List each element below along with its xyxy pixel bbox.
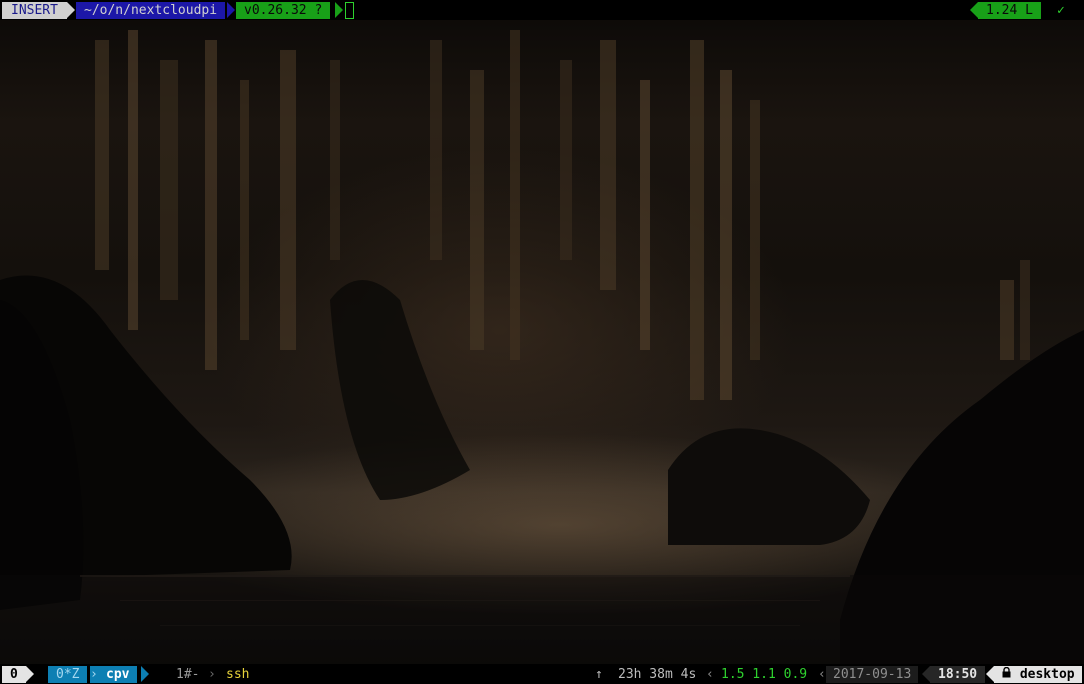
powerline-separator [67,2,75,18]
clock: 18:50 [930,666,986,683]
text-cursor [345,2,354,19]
powerline-separator [970,2,978,18]
vim-statusline: INSERT ~/o/n/nextcloudpi v0.26.32 ? 1.24… [0,0,1084,20]
check-icon: ✓ [1057,3,1065,18]
chevron-left-icon: ‹ [706,667,714,682]
session-name[interactable]: 0 [2,666,26,683]
powerline-separator [40,666,48,682]
window-name[interactable]: ssh [226,666,249,683]
powerline-separator [986,666,994,682]
mode-indicator: INSERT [2,2,67,19]
wallpaper-art [0,30,1084,664]
hostname: desktop [1019,667,1075,682]
window-separator: › [208,667,216,682]
line-info: 1.24 L [978,2,1041,19]
uptime: 23h 38m 4s [618,667,697,682]
date: 2017-09-13 [826,666,919,683]
chevron-left-icon: ‹ [818,667,826,682]
window-name-active[interactable]: cpv [98,666,138,683]
file-path: ~/o/n/nextcloudpi [76,2,226,19]
tmux-statusbar: 0 0*Z › cpv 1#- › ssh ↑ 23h 38m 4s ‹ 1.5… [0,664,1084,684]
uptime-arrow-icon: ↑ [595,667,603,682]
load-average: 1.5 1.1 0.9 [721,667,808,682]
powerline-separator [335,2,343,18]
lock-icon [1002,666,1012,683]
hostname-segment: desktop [994,666,1082,683]
powerline-separator [26,666,34,682]
powerline-separator [227,2,235,18]
window-index[interactable]: 1#- [176,666,199,683]
window-separator: › [90,666,98,683]
swamp-wallpaper [0,0,1084,684]
git-version: v0.26.32 ? [236,2,331,19]
window-index-active[interactable]: 0*Z [48,666,88,683]
powerline-separator [922,666,930,682]
powerline-separator [141,666,149,682]
terminal-screen: INSERT ~/o/n/nextcloudpi v0.26.32 ? 1.24… [0,0,1084,684]
